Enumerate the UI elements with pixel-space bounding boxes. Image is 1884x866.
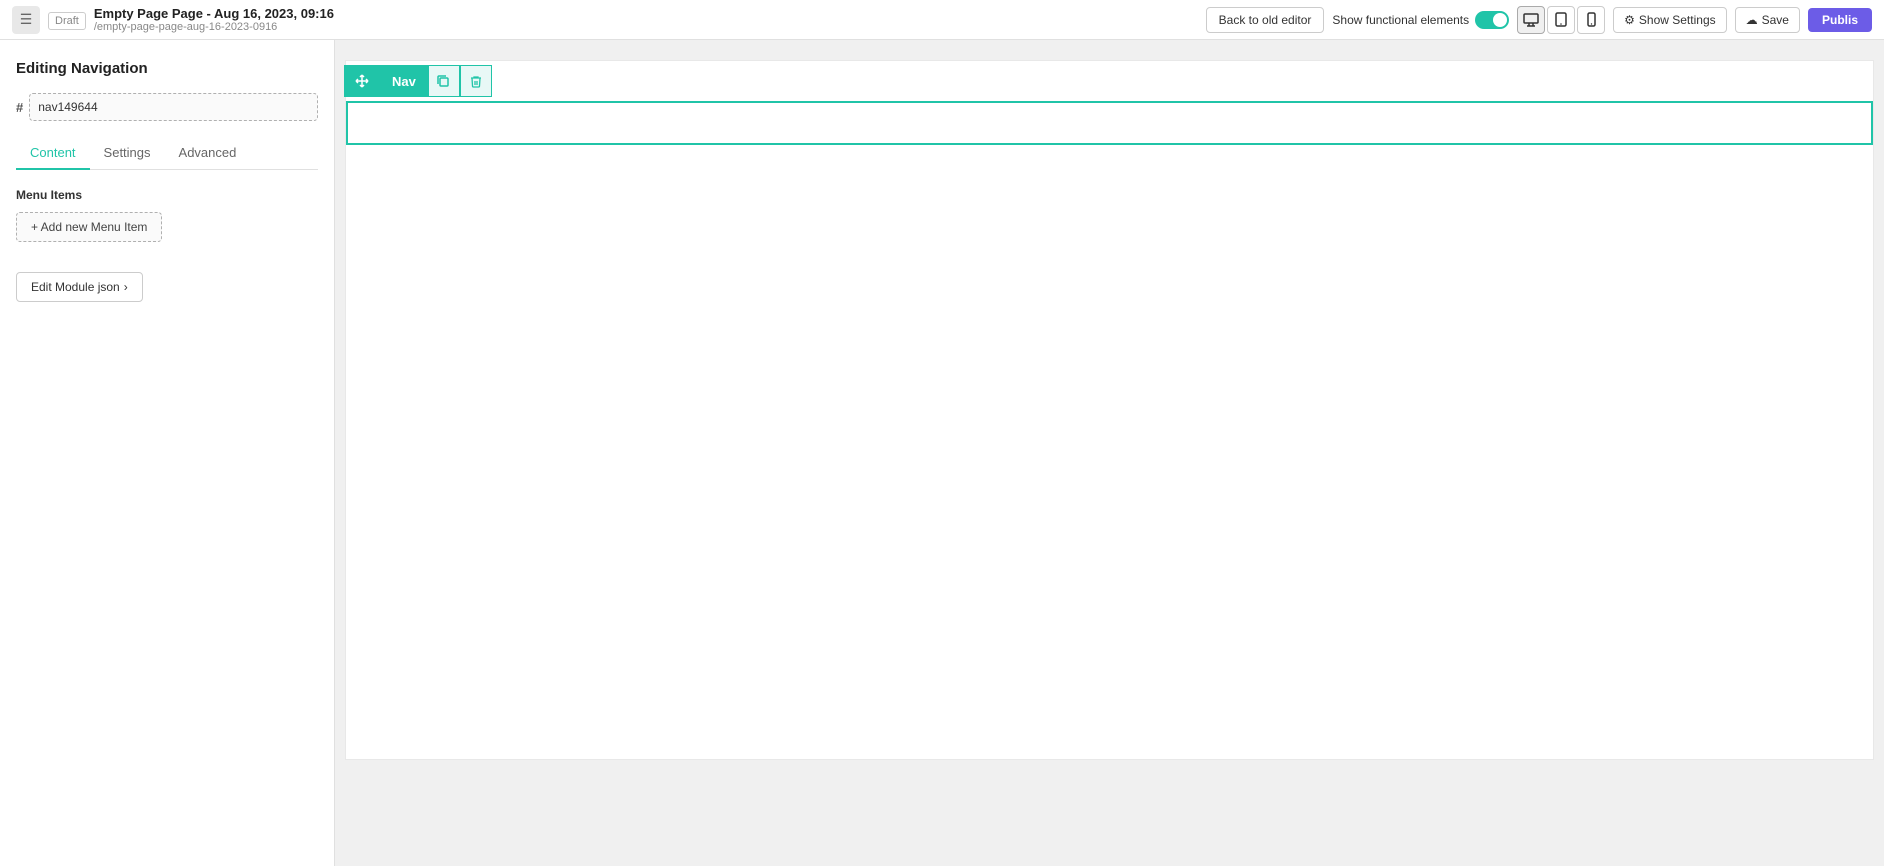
id-input[interactable] [29, 93, 318, 121]
edit-module-json-button[interactable]: Edit Module json › [16, 272, 143, 302]
tablet-icon [1555, 12, 1567, 27]
page-subtitle: /empty-page-page-aug-16-2023-0916 [94, 21, 334, 33]
canvas-area: Nav [335, 40, 1884, 866]
publish-button[interactable]: Publis [1808, 8, 1872, 32]
desktop-icon [1523, 13, 1539, 27]
show-functional-label: Show functional elements [1332, 13, 1469, 27]
nav-toolbar: Nav [344, 65, 492, 97]
delete-icon [470, 75, 482, 88]
main-area: Editing Navigation # Content Settings Ad… [0, 40, 1884, 866]
topbar-right: Back to old editor Show functional eleme… [1206, 6, 1872, 34]
desktop-view-button[interactable] [1517, 6, 1545, 34]
nav-delete-button[interactable] [460, 65, 492, 97]
topbar-left: ☰ Draft Empty Page Page - Aug 16, 2023, … [12, 6, 1196, 34]
move-icon [355, 74, 369, 88]
show-functional-toggle[interactable] [1475, 11, 1509, 29]
back-to-old-editor-button[interactable]: Back to old editor [1206, 7, 1325, 33]
add-menu-row: + Add new Menu Item [16, 212, 318, 242]
topbar-title-group: Empty Page Page - Aug 16, 2023, 09:16 /e… [94, 6, 334, 33]
nav-element-container: Nav [346, 101, 1873, 145]
mobile-icon [1587, 12, 1596, 27]
add-menu-item-button[interactable]: + Add new Menu Item [16, 212, 162, 242]
nav-move-button[interactable] [344, 65, 380, 97]
show-functional-elements-group: Show functional elements [1332, 11, 1509, 29]
topbar-draft: Draft [48, 12, 86, 27]
tab-settings[interactable]: Settings [90, 137, 165, 170]
view-buttons-group [1517, 6, 1605, 34]
nav-element[interactable] [346, 101, 1873, 145]
tab-advanced[interactable]: Advanced [165, 137, 251, 170]
id-row: # [16, 93, 318, 121]
page-title: Empty Page Page - Aug 16, 2023, 09:16 [94, 6, 334, 21]
show-settings-button[interactable]: ⚙ Show Settings [1613, 7, 1726, 33]
mobile-view-button[interactable] [1577, 6, 1605, 34]
sidebar: Editing Navigation # Content Settings Ad… [0, 40, 335, 866]
edit-json-label: Edit Module json [31, 280, 120, 294]
nav-label-button[interactable]: Nav [380, 65, 428, 97]
tablet-view-button[interactable] [1547, 6, 1575, 34]
tab-content[interactable]: Content [16, 137, 90, 170]
nav-content [348, 103, 1871, 143]
cloud-icon: ☁ [1746, 13, 1758, 27]
app-icon: ☰ [12, 6, 40, 34]
gear-icon: ⚙ [1624, 13, 1635, 27]
save-button[interactable]: ☁ Save [1735, 7, 1800, 33]
id-hash-symbol: # [16, 100, 23, 115]
toggle-knob [1493, 13, 1507, 27]
copy-icon [437, 75, 450, 88]
menu-items-label: Menu Items [16, 188, 318, 202]
canvas-inner: Nav [345, 60, 1874, 760]
sidebar-title: Editing Navigation [16, 60, 318, 77]
topbar: ☰ Draft Empty Page Page - Aug 16, 2023, … [0, 0, 1884, 40]
tabs-row: Content Settings Advanced [16, 137, 318, 170]
nav-copy-button[interactable] [428, 65, 460, 97]
edit-json-arrow: › [124, 280, 128, 294]
